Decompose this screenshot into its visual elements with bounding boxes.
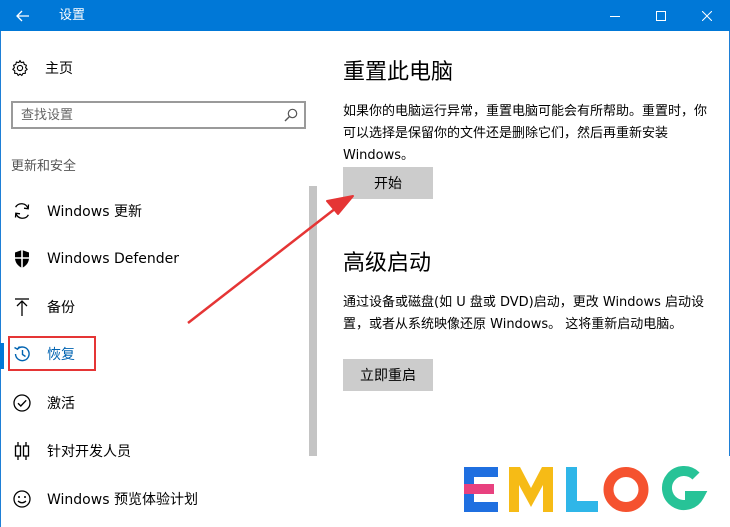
check-circle-icon — [13, 394, 31, 412]
restart-now-button[interactable]: 立即重启 — [343, 359, 433, 391]
sidebar-item-backup[interactable]: 备份 — [11, 293, 301, 321]
maximize-button[interactable] — [638, 0, 684, 31]
developer-icon — [14, 442, 30, 460]
search-icon[interactable] — [284, 108, 298, 122]
sidebar-item-activation[interactable]: 激活 — [11, 389, 301, 417]
search-input[interactable] — [21, 105, 271, 125]
gear-icon — [12, 59, 28, 77]
scrollbar-thumb[interactable] — [309, 186, 317, 456]
sync-icon — [14, 203, 30, 219]
sidebar-item-label: 针对开发人员 — [47, 444, 131, 460]
minimize-button[interactable] — [592, 0, 638, 31]
sidebar-item-label: Windows Defender — [47, 251, 180, 267]
close-icon — [702, 10, 712, 21]
back-button[interactable] — [0, 0, 46, 31]
emlog-logo — [437, 456, 730, 527]
close-button[interactable] — [684, 0, 730, 31]
section-title: 更新和安全 — [11, 159, 77, 174]
sidebar-item-home[interactable]: 主页 — [11, 56, 73, 80]
reset-pc-title: 重置此电脑 — [343, 60, 454, 85]
sidebar-item-insider[interactable]: Windows 预览体验计划 — [11, 485, 301, 513]
sidebar-item-label: 激活 — [47, 396, 75, 412]
sidebar-item-label: 备份 — [47, 300, 75, 316]
sidebar-item-developers[interactable]: 针对开发人员 — [11, 437, 301, 465]
minimize-icon — [610, 15, 620, 17]
advanced-startup-description: 通过设备或磁盘(如 U 盘或 DVD)启动，更改 Windows 启动设置，或者… — [343, 295, 705, 332]
sidebar-item-label: Windows 更新 — [47, 204, 142, 220]
smiley-icon — [13, 490, 31, 508]
shield-icon — [15, 250, 29, 268]
title-bar: 设置 — [0, 0, 730, 31]
active-indicator — [0, 343, 4, 369]
get-started-button[interactable]: 开始 — [343, 167, 433, 199]
sidebar-item-windows-defender[interactable]: Windows Defender — [11, 245, 301, 273]
advanced-startup-title: 高级启动 — [343, 251, 432, 276]
emlog-wordmark — [464, 466, 708, 512]
maximize-icon — [656, 10, 666, 21]
sidebar-item-label: Windows 预览体验计划 — [47, 492, 198, 508]
sidebar-item-windows-update[interactable]: Windows 更新 — [11, 197, 301, 225]
sidebar-item-label: 主页 — [45, 61, 73, 77]
back-arrow-icon — [16, 10, 29, 21]
highlight-box — [8, 336, 96, 371]
window-title: 设置 — [59, 8, 86, 23]
reset-pc-description: 如果你的电脑运行异常，重置电脑可能会有所帮助。重置时，你可以选择是保留你的文件还… — [343, 104, 708, 163]
upload-arrow-icon — [15, 298, 29, 316]
search-box[interactable] — [11, 101, 306, 129]
